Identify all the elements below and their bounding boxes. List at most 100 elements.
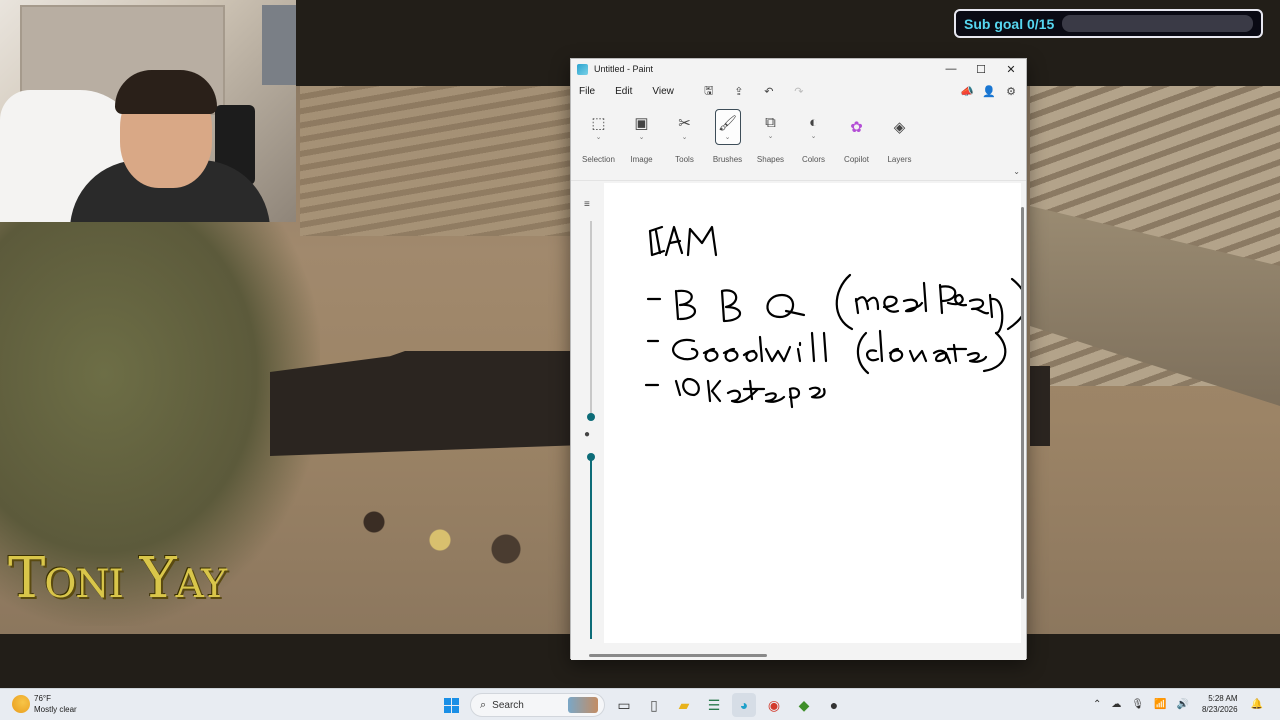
size-slider-knob[interactable] <box>587 413 595 421</box>
megaphone-icon[interactable]: 📣 <box>956 85 978 98</box>
ribbon-group-tools: ✂ ⌄ Tools <box>663 107 706 180</box>
ribbon-group-image: ▣ ⌄ Image <box>620 107 663 180</box>
subgoal-progress-bar <box>1062 15 1253 32</box>
clock-date: 8/23/2026 <box>1201 705 1238 714</box>
undo-icon[interactable]: ↶ <box>754 85 784 98</box>
account-icon[interactable]: 👤 <box>978 85 1000 98</box>
minimize-button[interactable]: — <box>936 59 966 79</box>
subgoal-label: Sub goal 0/15 <box>964 15 1055 32</box>
webcam-person-hair <box>115 70 217 114</box>
paren-open-1 <box>835 273 854 331</box>
search-icon: ⌕ <box>480 698 487 711</box>
ribbon-group-colors: ◐ ⌄ Colors <box>792 107 835 180</box>
ribbon-expand-chevron-icon[interactable]: ⌄ <box>1013 167 1020 176</box>
tools-icon: ✂ <box>678 114 691 132</box>
paint-app-icon <box>577 63 588 75</box>
search-placeholder: Search <box>492 699 524 711</box>
brush-icon: 🖌 <box>717 114 738 132</box>
subgoal-widget: Sub goal 0/15 <box>954 9 1263 38</box>
ribbon-label: Selection <box>582 155 615 164</box>
microphone-icon[interactable]: 🎙 <box>1131 699 1144 710</box>
notepad-icon[interactable]: ▯ <box>642 693 666 717</box>
size-slider-track[interactable] <box>590 221 592 417</box>
selection-icon: ⬚ <box>591 114 606 132</box>
stroke-ood <box>702 335 764 363</box>
share-icon[interactable]: ⇪ <box>724 85 754 98</box>
paint-taskbar-icon[interactable]: ◕ <box>732 693 756 717</box>
start-button[interactable] <box>439 693 463 717</box>
layers-button[interactable]: ◈ <box>887 109 913 145</box>
canvas-area: ≡ ● <box>571 181 1026 660</box>
stroke-will <box>764 331 828 363</box>
colors-button[interactable]: ◐ ⌄ <box>801 109 827 145</box>
ribbon-group-selection: ⬚ ⌄ Selection <box>577 107 620 180</box>
volume-icon[interactable]: 🔊 <box>1177 699 1189 710</box>
weather-sun-icon <box>12 695 30 713</box>
cloud-sync-icon[interactable]: ☁ <box>1111 699 1121 710</box>
ribbon-label: Shapes <box>756 155 785 164</box>
layers-icon: ◈ <box>893 119 906 136</box>
stroke-10 <box>674 377 700 397</box>
system-tray: ⌃ ☁ 🎙 📶 🔊 5:28 AM 8/23/2026 🔔 <box>1088 693 1268 715</box>
handwriting-drawing <box>644 225 1021 409</box>
menu-view[interactable]: View <box>652 83 674 100</box>
amphitheater-stands-left <box>300 86 580 236</box>
ribbon-toolbar: ⬚ ⌄ Selection ▣ ⌄ Image ✂ ⌄ Tools 🖌 ⌄ Brushes ⧉ ⌄ Shap… <box>571 103 1026 181</box>
stroke-g <box>672 338 699 361</box>
ribbon-group-layers: ◈ Layers <box>878 107 921 180</box>
taskbar-search[interactable]: ⌕ Search <box>470 693 605 717</box>
shapes-icon: ⧉ <box>765 114 776 131</box>
brushes-button[interactable]: 🖌 ⌄ <box>714 109 741 145</box>
game-app-icon[interactable]: ◆ <box>792 693 816 717</box>
wifi-icon[interactable]: 📶 <box>1154 699 1166 710</box>
menu-file[interactable]: File <box>579 83 595 100</box>
window-title: Untitled - Paint <box>594 64 654 74</box>
paint-window: Untitled - Paint — ☐ ✕ File Edit View 🖫 … <box>570 58 1027 660</box>
stroke-s <box>648 225 666 257</box>
recorder-app-icon[interactable]: ● <box>822 693 846 717</box>
chevron-down-icon: ⌄ <box>638 133 645 141</box>
webcam-wall-picture <box>262 5 296 85</box>
menu-edit[interactable]: Edit <box>615 83 632 100</box>
clock[interactable]: 5:28 AM 8/23/2026 <box>1202 693 1238 715</box>
vertical-scroll-thumb[interactable] <box>1021 207 1024 599</box>
brush-size-slider[interactable]: ≡ ● <box>580 199 602 639</box>
ribbon-label: Layers <box>887 155 912 164</box>
tools-button[interactable]: ✂ ⌄ <box>672 109 698 145</box>
menu-bar: File Edit View 🖫 ⇪ ↶ ↷ 📣 👤 ⚙ <box>571 79 1026 103</box>
image-button[interactable]: ▣ ⌄ <box>629 109 655 145</box>
save-icon[interactable]: 🖫 <box>694 82 724 101</box>
horizontal-scroll-thumb[interactable] <box>589 654 767 657</box>
selection-button[interactable]: ⬚ ⌄ <box>586 109 612 145</box>
ribbon-label: Brushes <box>712 155 743 164</box>
chrome-icon[interactable]: ◉ <box>762 693 786 717</box>
notes-app-icon[interactable]: ☰ <box>702 693 726 717</box>
task-view-icon[interactable]: ▭ <box>612 693 636 717</box>
ribbon-group-brushes: 🖌 ⌄ Brushes <box>706 107 749 180</box>
stroke-q <box>766 293 806 319</box>
horizontal-scrollbar[interactable] <box>587 653 1007 658</box>
vertical-scrollbar[interactable] <box>1020 181 1025 651</box>
stroke-m <box>686 225 718 257</box>
chevron-up-icon[interactable]: ⌃ <box>1093 699 1101 710</box>
copilot-icon: ✿ <box>850 119 863 136</box>
copilot-button[interactable]: ✿ <box>844 109 870 145</box>
notification-bell-icon[interactable]: 🔔 <box>1251 699 1263 710</box>
settings-gear-icon[interactable]: ⚙ <box>1000 85 1022 98</box>
close-button[interactable]: ✕ <box>996 59 1026 79</box>
shapes-button[interactable]: ⧉ ⌄ <box>758 109 784 145</box>
drawing-canvas[interactable] <box>604 183 1021 643</box>
ribbon-label: Tools <box>675 155 694 164</box>
ribbon-label: Image <box>630 155 653 164</box>
weather-widget[interactable]: 76°F Mostly clear <box>12 693 77 715</box>
weather-text: 76°F Mostly clear <box>34 693 77 715</box>
file-explorer-icon[interactable]: ▰ <box>672 693 696 717</box>
paint-titlebar[interactable]: Untitled - Paint — ☐ ✕ <box>571 59 1026 79</box>
ribbon-label: Copilot <box>844 155 869 164</box>
speaker-stack-right <box>1030 366 1050 446</box>
opacity-slider-track[interactable] <box>590 459 592 639</box>
maximize-button[interactable]: ☐ <box>966 59 996 79</box>
redo-icon[interactable]: ↷ <box>784 85 814 98</box>
chevron-down-icon: ⌄ <box>595 133 602 141</box>
band-members <box>330 486 550 576</box>
